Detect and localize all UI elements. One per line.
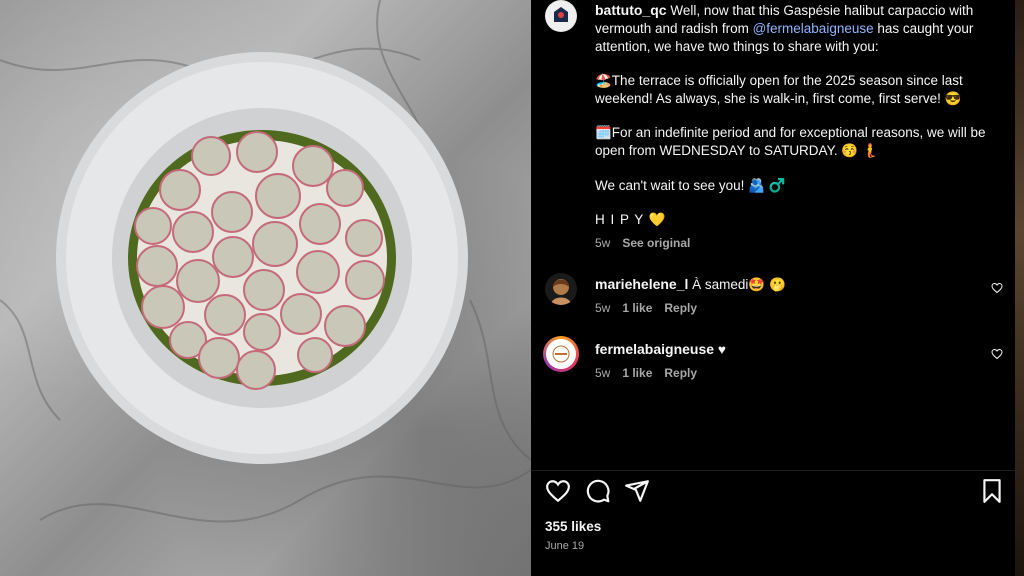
save-icon[interactable]: [979, 478, 1005, 504]
comment-likes[interactable]: 1 like: [622, 366, 652, 380]
comment-body: fermelabaigneuse ♥: [595, 340, 975, 359]
author-logo-icon: [546, 1, 576, 31]
commenter-avatar: [546, 339, 576, 369]
divider: [531, 470, 1015, 471]
post-viewer: battuto_qc Well, now that this Gaspésie …: [0, 0, 1024, 576]
post-detail-panel: battuto_qc Well, now that this Gaspésie …: [531, 0, 1015, 576]
farm-logo-icon: [552, 345, 570, 363]
like-count[interactable]: 355 likes: [545, 519, 1001, 534]
caption-mention[interactable]: @fermelabaigneuse: [753, 21, 874, 36]
post-date: June 19: [545, 540, 585, 552]
caption-signature: H I P Y 💛: [595, 212, 667, 227]
commenter-avatar[interactable]: [545, 273, 577, 305]
caption-paragraph-1: 🏖️The terrace is officially open for the…: [595, 73, 963, 106]
comment-like-icon[interactable]: [991, 282, 1003, 294]
comment-body: mariehelene_l À samedi🤩 🫢: [595, 275, 975, 294]
post-actions: [545, 478, 1005, 504]
reply-button[interactable]: Reply: [664, 366, 697, 380]
comment-like-icon[interactable]: [991, 348, 1003, 360]
comment-meta: 5w 1 like Reply: [595, 301, 1001, 315]
background-edge: [1015, 0, 1024, 576]
like-icon[interactable]: [545, 478, 571, 504]
plate-illustration: [0, 0, 531, 523]
post-caption: battuto_qc Well, now that this Gaspésie …: [595, 1, 995, 56]
caption-age: 5w: [595, 236, 611, 250]
comment-likes[interactable]: 1 like: [622, 301, 652, 315]
caption-meta: 5w See original: [595, 236, 1001, 250]
comment-text: ♥: [717, 342, 726, 357]
comment-meta: 5w 1 like Reply: [595, 366, 1001, 380]
caption-paragraph-3: We can't wait to see you! 🫂 ♂️: [595, 178, 786, 193]
commenter-photo: [551, 279, 571, 305]
story-ring[interactable]: [543, 336, 579, 372]
comment-icon[interactable]: [585, 478, 611, 504]
comment-age: 5w: [595, 366, 611, 380]
comment-username[interactable]: fermelabaigneuse: [595, 341, 714, 357]
comment-text: À samedi🤩 🫢: [692, 277, 786, 292]
see-original-link[interactable]: See original: [622, 236, 690, 250]
comment-age: 5w: [595, 301, 611, 315]
comment-username[interactable]: mariehelene_l: [595, 276, 688, 292]
author-avatar[interactable]: [545, 0, 577, 32]
caption-username[interactable]: battuto_qc: [595, 2, 667, 18]
share-icon[interactable]: [624, 478, 650, 504]
caption-paragraph-2: 🗓️For an indefinite period and for excep…: [595, 125, 986, 158]
post-photo: [0, 0, 531, 576]
reply-button[interactable]: Reply: [664, 301, 697, 315]
